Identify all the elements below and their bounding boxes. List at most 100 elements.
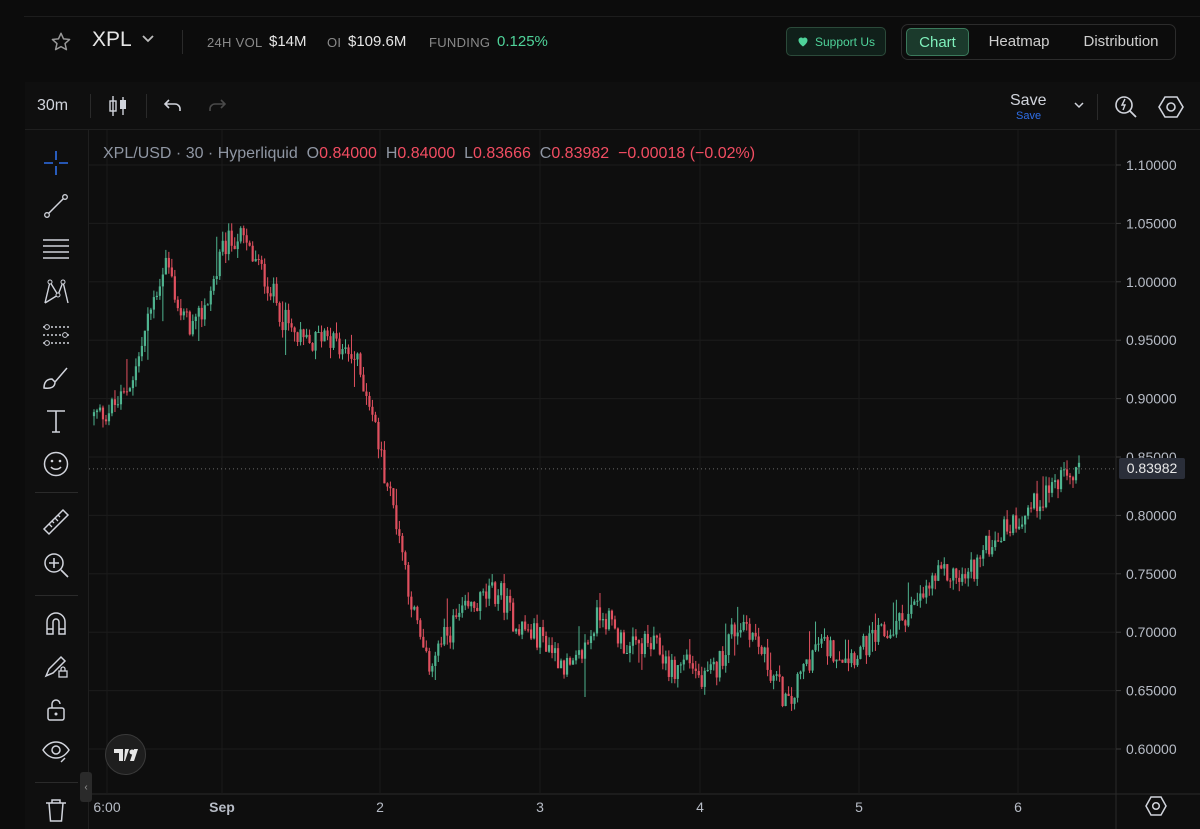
prediction-icon[interactable]	[38, 317, 74, 353]
candle-down	[524, 621, 527, 630]
candle-down	[886, 636, 889, 638]
candle-up	[182, 311, 185, 316]
candle-down	[311, 343, 314, 351]
legend-low: 0.83666	[473, 145, 531, 162]
candle-down	[353, 358, 356, 360]
candle-down	[865, 635, 868, 656]
candle-up	[730, 624, 733, 635]
quick-search-icon[interactable]	[1113, 94, 1139, 120]
lock-drawing-icon[interactable]	[38, 648, 74, 684]
candle-up	[464, 600, 467, 606]
x-tick-label: Sep	[209, 799, 235, 815]
text-icon[interactable]	[38, 403, 74, 439]
chart-background	[89, 130, 1200, 829]
candle-up	[919, 593, 922, 601]
collapse-toolbar-handle[interactable]: ‹	[80, 772, 92, 802]
eye-icon[interactable]	[38, 734, 74, 770]
candle-down	[371, 406, 374, 415]
chevron-down-icon[interactable]	[1073, 101, 1085, 110]
candle-up	[967, 571, 970, 579]
settings-gear-icon[interactable]	[1158, 95, 1184, 119]
candle-up	[1003, 519, 1006, 541]
candle-up	[823, 636, 826, 639]
funding-label: FUNDING	[429, 35, 491, 50]
candle-down	[335, 333, 338, 339]
candles-chart-type-icon[interactable]	[107, 94, 129, 118]
undo-icon[interactable]	[162, 96, 184, 116]
candle-down	[634, 636, 637, 641]
candle-up	[1024, 515, 1027, 525]
candle-up	[775, 674, 778, 676]
tab-chart[interactable]: Chart	[906, 28, 969, 56]
candle-down	[949, 580, 952, 582]
candle-down	[787, 693, 790, 696]
y-tick-label: 1.10000	[1126, 157, 1177, 173]
brush-icon[interactable]	[38, 360, 74, 396]
trash-icon[interactable]	[38, 792, 74, 828]
candle-up	[793, 697, 796, 704]
candle-down	[167, 257, 170, 268]
candle-down	[922, 593, 925, 598]
candle-up	[1044, 485, 1048, 508]
candle-down	[530, 629, 533, 639]
chevron-down-icon[interactable]	[141, 34, 155, 44]
candle-down	[544, 635, 548, 652]
candle-down	[260, 259, 263, 264]
candle-up	[413, 606, 416, 610]
candle-down	[658, 637, 661, 655]
candle-down	[640, 643, 643, 655]
crosshair-icon[interactable]	[38, 145, 74, 181]
candle-up	[332, 333, 335, 348]
candle-up	[1050, 482, 1054, 493]
pair-selector[interactable]: XPL	[92, 28, 132, 52]
candle-down	[958, 577, 961, 582]
tab-distribution[interactable]: Distribution	[1068, 25, 1174, 59]
candle-down	[1068, 475, 1072, 478]
save-button[interactable]: Save	[1010, 92, 1046, 110]
ruler-icon[interactable]	[38, 504, 74, 540]
candle-up	[461, 605, 464, 613]
candle-up	[889, 634, 892, 638]
candle-up	[227, 230, 230, 255]
candle-down	[404, 552, 407, 566]
candle-up	[871, 629, 874, 634]
legend-open-key: O	[306, 145, 320, 162]
x-tick-label: 5	[855, 799, 863, 815]
candle-up	[718, 651, 721, 678]
candle-up	[128, 388, 132, 392]
tab-heatmap[interactable]: Heatmap	[976, 25, 1062, 59]
candle-down	[224, 240, 227, 255]
candle-up	[515, 629, 518, 632]
zoom-in-icon[interactable]	[38, 547, 74, 583]
support-us-button[interactable]: Support Us	[786, 27, 886, 56]
candle-up	[577, 650, 581, 655]
trendline-icon[interactable]	[38, 188, 74, 224]
drawing-toolbar	[25, 130, 89, 829]
pattern-icon[interactable]	[38, 274, 74, 310]
tradingview-logo[interactable]	[105, 734, 146, 775]
favorite-star-icon[interactable]	[50, 31, 72, 53]
candle-down	[392, 488, 395, 506]
candle-up	[784, 693, 787, 707]
candle-down	[179, 308, 182, 316]
unlock-icon[interactable]	[38, 691, 74, 727]
candle-down	[997, 540, 1000, 542]
header-divider	[182, 30, 183, 54]
redo-icon[interactable]	[206, 96, 228, 116]
price-chart[interactable]: 1.100001.050001.000000.950000.900000.850…	[89, 130, 1200, 829]
candle-up	[92, 412, 96, 417]
candle-down	[362, 374, 365, 392]
emoji-icon[interactable]	[38, 446, 74, 482]
candle-up	[970, 559, 973, 572]
fib-retracement-icon[interactable]	[38, 231, 74, 267]
magnet-icon[interactable]	[38, 605, 74, 641]
candle-down	[769, 669, 772, 681]
candle-down	[329, 336, 332, 348]
candle-down	[122, 391, 126, 393]
candle-down	[308, 334, 311, 344]
x-tick-label: 6	[1014, 799, 1022, 815]
axis-settings-gear-icon[interactable]	[1145, 795, 1167, 817]
interval-selector[interactable]: 30m	[37, 97, 68, 115]
candle-down	[1065, 469, 1069, 476]
candle-up	[712, 661, 715, 665]
